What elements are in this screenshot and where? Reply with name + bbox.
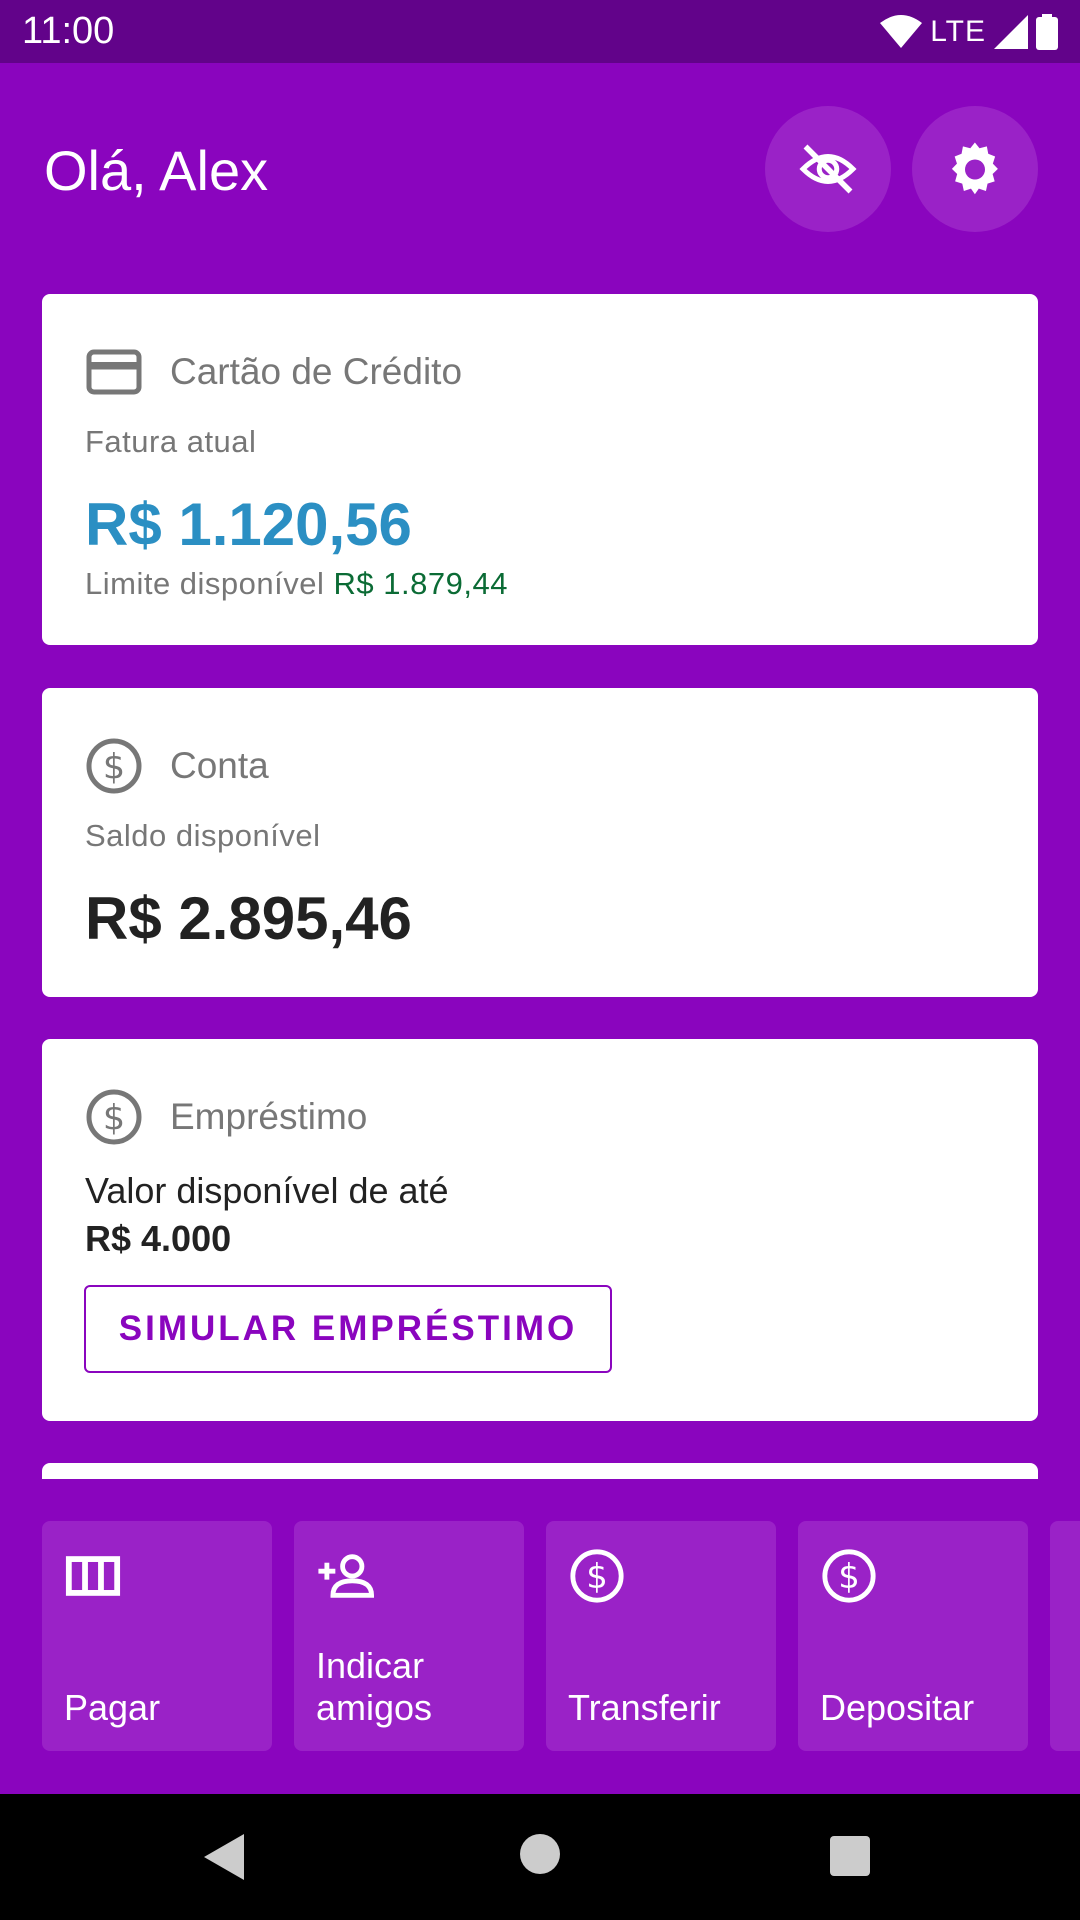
credit-card-card[interactable]: Cartão de Crédito Fatura atual R$ 1.120,… xyxy=(42,294,1038,645)
loan-header: $ Empréstimo xyxy=(84,1087,367,1147)
dollar-circle-icon: $ xyxy=(86,1089,142,1145)
action-depositar[interactable]: $ Depositar xyxy=(798,1521,1028,1751)
add-person-icon xyxy=(318,1554,374,1598)
gear-icon xyxy=(951,142,998,195)
action-label: Transferir xyxy=(568,1687,721,1728)
simulate-loan-button[interactable]: SIMULAR EMPRÉSTIMO xyxy=(84,1285,612,1373)
svg-text:$: $ xyxy=(103,748,125,788)
eye-off-icon xyxy=(799,144,857,194)
signal-icon xyxy=(994,15,1028,49)
credit-card-title: Cartão de Crédito xyxy=(170,351,463,392)
dollar-circle-icon: $ xyxy=(822,1549,876,1603)
svg-text:$: $ xyxy=(586,1557,608,1596)
quick-actions: Pagar Indicar amigos $ Transferir $ Depo… xyxy=(0,1521,1080,1751)
next-card-peek xyxy=(42,1463,1038,1479)
loan-text: Valor disponível de até R$ 4.000 xyxy=(85,1167,449,1263)
account-card[interactable]: $ Conta Saldo disponível R$ 2.895,46 xyxy=(42,688,1038,997)
wifi-icon xyxy=(880,15,923,48)
dollar-circle-icon: $ xyxy=(86,738,142,794)
back-icon[interactable] xyxy=(204,1834,246,1880)
status-bar: 11:00 LTE xyxy=(0,0,1080,63)
action-label: Depositar xyxy=(820,1687,975,1728)
system-nav-bar xyxy=(0,1794,1080,1920)
balance-amount: R$ 2.895,46 xyxy=(85,885,412,952)
battery-icon xyxy=(1036,14,1058,50)
account-title: Conta xyxy=(170,745,269,786)
loan-title: Empréstimo xyxy=(170,1096,368,1137)
invoice-amount: R$ 1.120,56 xyxy=(85,491,412,558)
recents-icon[interactable] xyxy=(830,1836,870,1876)
status-time: 11:00 xyxy=(22,10,115,52)
balance-label: Saldo disponível xyxy=(85,818,321,853)
limit-value: R$ 1.879,44 xyxy=(333,566,508,601)
network-type: LTE xyxy=(930,15,986,48)
credit-card-icon xyxy=(86,349,142,395)
limit-line: Limite disponível R$ 1.879,44 xyxy=(85,566,508,602)
svg-text:$: $ xyxy=(103,1099,125,1139)
action-pagar[interactable]: Pagar xyxy=(42,1521,272,1751)
status-icons: LTE xyxy=(880,12,1058,52)
greeting: Olá, Alex xyxy=(44,139,269,202)
action-next-peek[interactable] xyxy=(1050,1521,1080,1751)
action-transferir[interactable]: $ Transferir xyxy=(546,1521,776,1751)
action-label: Indicar amigos xyxy=(316,1645,433,1728)
home-icon[interactable] xyxy=(520,1834,560,1874)
dollar-circle-icon: $ xyxy=(570,1549,624,1603)
invoice-label: Fatura atual xyxy=(85,424,257,459)
action-label: Pagar xyxy=(64,1687,161,1728)
barcode-icon xyxy=(65,1556,121,1596)
action-indicar-amigos[interactable]: Indicar amigos xyxy=(294,1521,524,1751)
loan-description: Valor disponível de até xyxy=(85,1170,449,1211)
credit-card-header: Cartão de Crédito xyxy=(84,342,462,402)
settings-button[interactable] xyxy=(912,106,1038,232)
limit-label: Limite disponível xyxy=(85,566,325,601)
loan-value: R$ 4.000 xyxy=(85,1218,232,1259)
account-header: $ Conta xyxy=(84,736,269,796)
hide-values-button[interactable] xyxy=(765,106,891,232)
loan-card[interactable]: $ Empréstimo Valor disponível de até R$ … xyxy=(42,1039,1038,1421)
svg-text:$: $ xyxy=(838,1557,860,1596)
